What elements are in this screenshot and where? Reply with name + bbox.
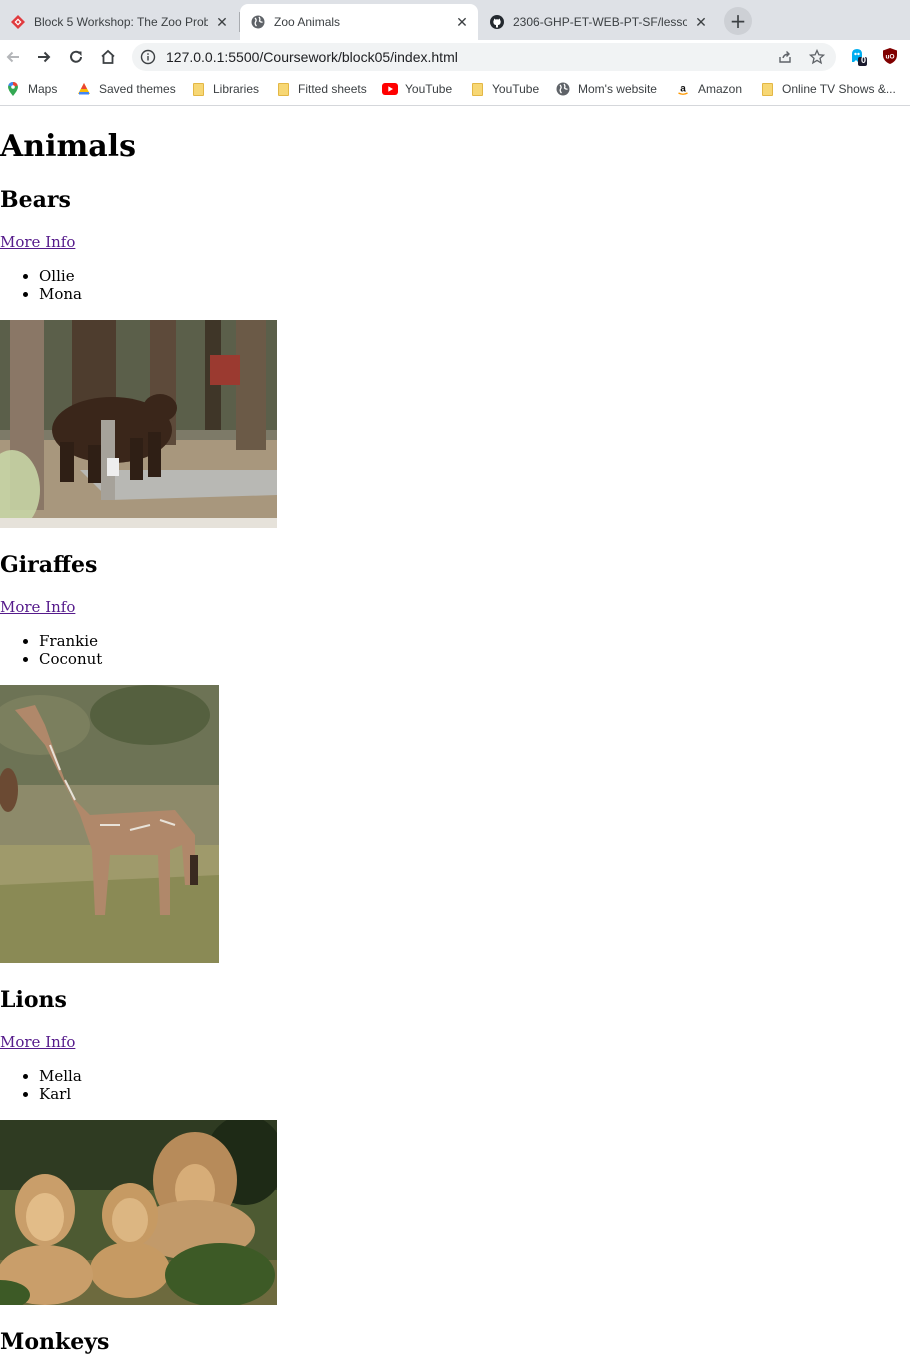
bookmarks-bar: Maps Saved themes Libraries Fitted sheet… — [0, 74, 910, 106]
section-heading-lions: Lions — [0, 987, 67, 1013]
back-button[interactable] — [0, 44, 26, 70]
github-icon — [489, 14, 505, 30]
ghostery-extension-icon[interactable]: 0 — [848, 46, 868, 66]
back-arrow-icon — [6, 51, 19, 63]
bear-name-list: Ollie Mona — [0, 267, 82, 303]
more-info-link-lions[interactable]: More Info — [0, 1033, 75, 1051]
page-content: Animals Bears More Info Ollie Mona — [0, 107, 910, 1368]
bookmark-youtube-folder[interactable]: YouTube — [469, 80, 539, 98]
ublock-extension-icon[interactable]: uO — [880, 46, 900, 66]
extension-badge: 0 — [860, 55, 866, 65]
close-tab-icon[interactable]: ✕ — [693, 14, 709, 30]
tab-zoo-problem[interactable]: Block 5 Workshop: The Zoo Prob ✕ — [0, 4, 238, 40]
amazon-icon: a — [675, 81, 691, 97]
folder-icon — [275, 81, 291, 97]
site-info-icon[interactable] — [140, 49, 156, 65]
section-heading-monkeys: Monkeys — [0, 1329, 110, 1355]
bookmark-star-icon[interactable] — [808, 48, 826, 66]
bookmark-maps[interactable]: Maps — [5, 80, 57, 98]
youtube-icon — [382, 81, 398, 97]
tab-title: Block 5 Workshop: The Zoo Prob — [34, 15, 208, 29]
forward-button[interactable] — [31, 44, 57, 70]
more-info-link-bears[interactable]: More Info — [0, 233, 75, 251]
tab-title: Zoo Animals — [274, 15, 341, 29]
share-icon[interactable] — [776, 48, 794, 66]
browser-chrome: Block 5 Workshop: The Zoo Prob ✕ Zoo Ani… — [0, 0, 910, 106]
bookmark-label: Amazon — [698, 82, 743, 96]
bookmark-online-tv-shows[interactable]: Online TV Shows &... — [759, 80, 896, 98]
list-item: Ollie — [39, 267, 82, 285]
bookmark-label: YouTube — [492, 82, 540, 96]
tab-strip: Block 5 Workshop: The Zoo Prob ✕ Zoo Ani… — [0, 0, 910, 40]
close-tab-icon[interactable]: ✕ — [214, 14, 230, 30]
giraffe-image — [0, 685, 219, 963]
giraffe-name-list: Frankie Coconut — [0, 632, 102, 668]
bookmark-label: Online TV Shows &... — [782, 82, 896, 96]
globe-icon — [555, 81, 571, 97]
tab-github-lesson[interactable]: 2306-GHP-ET-WEB-PT-SF/lesson ✕ — [479, 4, 717, 40]
list-item: Mona — [39, 285, 82, 303]
close-tab-icon[interactable]: ✕ — [454, 14, 470, 30]
svg-text:uO: uO — [885, 54, 894, 61]
list-item: Mella — [39, 1067, 82, 1085]
list-item: Frankie — [39, 632, 102, 650]
list-item: Karl — [39, 1085, 82, 1103]
folder-icon — [190, 81, 206, 97]
bookmark-libraries[interactable]: Libraries — [190, 80, 259, 98]
tab-title: 2306-GHP-ET-WEB-PT-SF/lesson — [513, 15, 687, 29]
more-info-link-giraffes[interactable]: More Info — [0, 598, 75, 616]
tab-zoo-animals[interactable]: Zoo Animals ✕ — [240, 4, 478, 40]
page-title: Animals — [0, 129, 136, 164]
browser-toolbar: 127.0.0.1:5500/Coursework/block05/index.… — [0, 40, 910, 74]
section-heading-bears: Bears — [0, 187, 71, 213]
bookmark-label: Maps — [28, 82, 58, 96]
home-button[interactable] — [95, 44, 121, 70]
folder-icon — [759, 81, 775, 97]
url-text[interactable]: 127.0.0.1:5500/Coursework/block05/index.… — [166, 49, 458, 65]
reload-icon — [70, 50, 82, 63]
fullstack-logo-icon — [10, 14, 26, 30]
bookmark-label: Fitted sheets — [298, 82, 367, 96]
bookmark-label: Mom's website — [578, 82, 657, 96]
forward-arrow-icon — [38, 51, 51, 63]
globe-icon — [250, 14, 266, 30]
bear-image — [0, 320, 277, 528]
lion-name-list: Mella Karl — [0, 1067, 82, 1103]
bookmark-amazon[interactable]: a Amazon — [675, 80, 742, 98]
folder-icon — [469, 81, 485, 97]
svg-text:a: a — [680, 84, 686, 95]
address-bar[interactable]: 127.0.0.1:5500/Coursework/block05/index.… — [132, 43, 836, 71]
home-icon — [101, 49, 115, 64]
bookmark-label: Libraries — [213, 82, 260, 96]
themes-icon — [76, 81, 92, 97]
bookmark-label: YouTube — [405, 82, 453, 96]
bookmark-moms-website[interactable]: Mom's website — [555, 80, 657, 98]
lions-image — [0, 1120, 277, 1305]
reload-button[interactable] — [63, 44, 89, 70]
list-item: Coconut — [39, 650, 102, 668]
section-heading-giraffes: Giraffes — [0, 552, 98, 578]
bookmark-youtube[interactable]: YouTube — [382, 80, 452, 98]
bookmark-fitted-sheets[interactable]: Fitted sheets — [275, 80, 367, 98]
maps-icon — [5, 81, 21, 97]
bookmark-saved-themes[interactable]: Saved themes — [76, 80, 176, 98]
new-tab-button[interactable]: + — [724, 7, 752, 35]
bookmark-label: Saved themes — [99, 82, 176, 96]
